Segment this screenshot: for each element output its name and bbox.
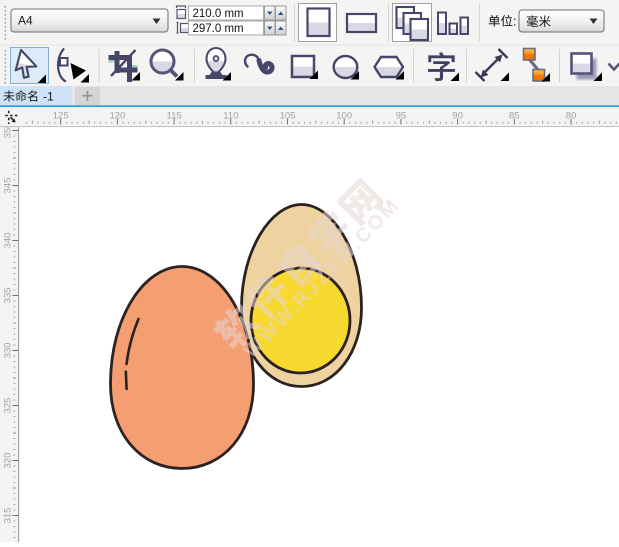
svg-text:120: 120 (109, 110, 125, 121)
svg-text:340: 340 (2, 233, 13, 249)
svg-text:80: 80 (566, 110, 577, 121)
svg-text:100: 100 (336, 110, 352, 121)
svg-text:A4: A4 (18, 14, 33, 28)
svg-text:125: 125 (53, 110, 69, 121)
svg-text:335: 335 (2, 288, 13, 304)
svg-text:315: 315 (2, 508, 13, 524)
svg-text:95: 95 (396, 110, 407, 121)
svg-text:297.0 mm: 297.0 mm (193, 23, 244, 35)
svg-text:210.0 mm: 210.0 mm (193, 8, 244, 20)
svg-text:90: 90 (452, 110, 463, 121)
svg-text:-1: -1 (43, 90, 54, 104)
svg-text:85: 85 (509, 110, 520, 121)
svg-text:320: 320 (2, 453, 13, 469)
svg-text:110: 110 (223, 110, 238, 121)
svg-text:325: 325 (2, 398, 13, 414)
svg-text:115: 115 (167, 110, 182, 121)
svg-text:345: 345 (2, 178, 13, 194)
svg-text:330: 330 (2, 343, 13, 359)
svg-text:105: 105 (280, 110, 296, 121)
svg-text::: : (513, 15, 516, 29)
